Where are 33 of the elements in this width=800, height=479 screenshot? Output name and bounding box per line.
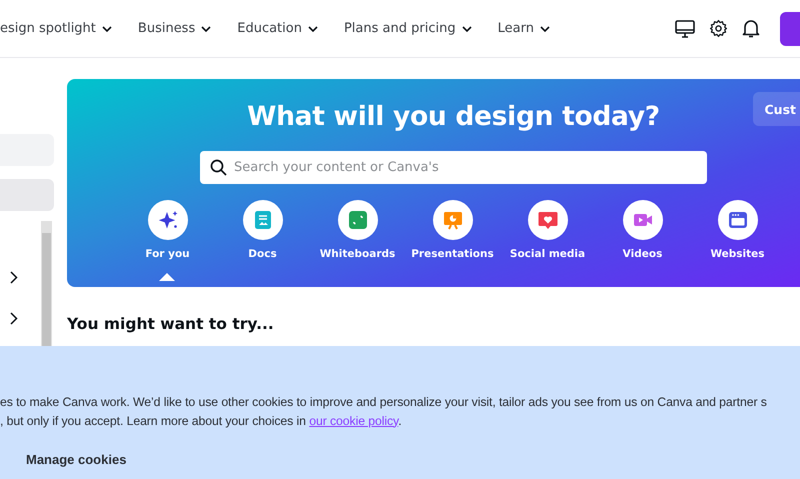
section-heading: You might want to try... — [67, 315, 275, 333]
cookie-notice-text: es to make Canva work. We’d like to use other cookies to improve and personalize your visit, tailor ads you see from us on Canva and partner s , but only if you accept. Learn more about your choices in our cookie policy. — [0, 394, 768, 430]
notification-bell-icon[interactable] — [742, 19, 760, 38]
hero-title: What will you design today? — [246, 101, 660, 132]
chevron-right-icon[interactable] — [10, 312, 18, 325]
selected-pointer — [159, 273, 175, 281]
create-button[interactable] — [780, 12, 800, 46]
settings-icon[interactable] — [709, 19, 728, 38]
chevron-down-icon — [102, 26, 112, 32]
nav-menu-item[interactable]: Learn — [484, 21, 563, 36]
category-tab[interactable]: Whiteboards — [310, 200, 405, 281]
category-tab[interactable]: Videos — [595, 200, 690, 281]
cookie-policy-link[interactable]: our cookie policy — [309, 414, 398, 428]
chevron-down-icon — [308, 26, 318, 32]
custom-size-button[interactable]: Cust — [752, 92, 800, 126]
nav-menu-item[interactable]: Business — [124, 21, 224, 36]
category-tab[interactable]: Presentations — [405, 200, 500, 281]
scrollbar[interactable] — [41, 221, 52, 346]
category-tab[interactable]: For you — [120, 200, 215, 281]
chevron-down-icon — [201, 26, 212, 32]
chevron-right-icon[interactable] — [10, 271, 18, 284]
category-tab[interactable]: Docs — [215, 200, 310, 281]
category-tab[interactable]: Social media — [500, 200, 595, 281]
category-tab[interactable]: Websites — [690, 200, 785, 281]
search-icon — [210, 159, 227, 176]
chevron-down-icon — [462, 26, 472, 32]
nav-menu-item[interactable]: esign spotlight — [0, 21, 125, 36]
search-field[interactable]: Search your content or Canva's — [200, 151, 707, 184]
monitor-icon[interactable] — [675, 20, 695, 38]
nav-menu-item[interactable]: Plans and pricing — [330, 21, 485, 36]
nav-menu-item[interactable]: Education — [224, 21, 331, 36]
manage-cookies-button[interactable]: Manage cookies — [26, 452, 126, 467]
chevron-down-icon — [540, 26, 550, 32]
